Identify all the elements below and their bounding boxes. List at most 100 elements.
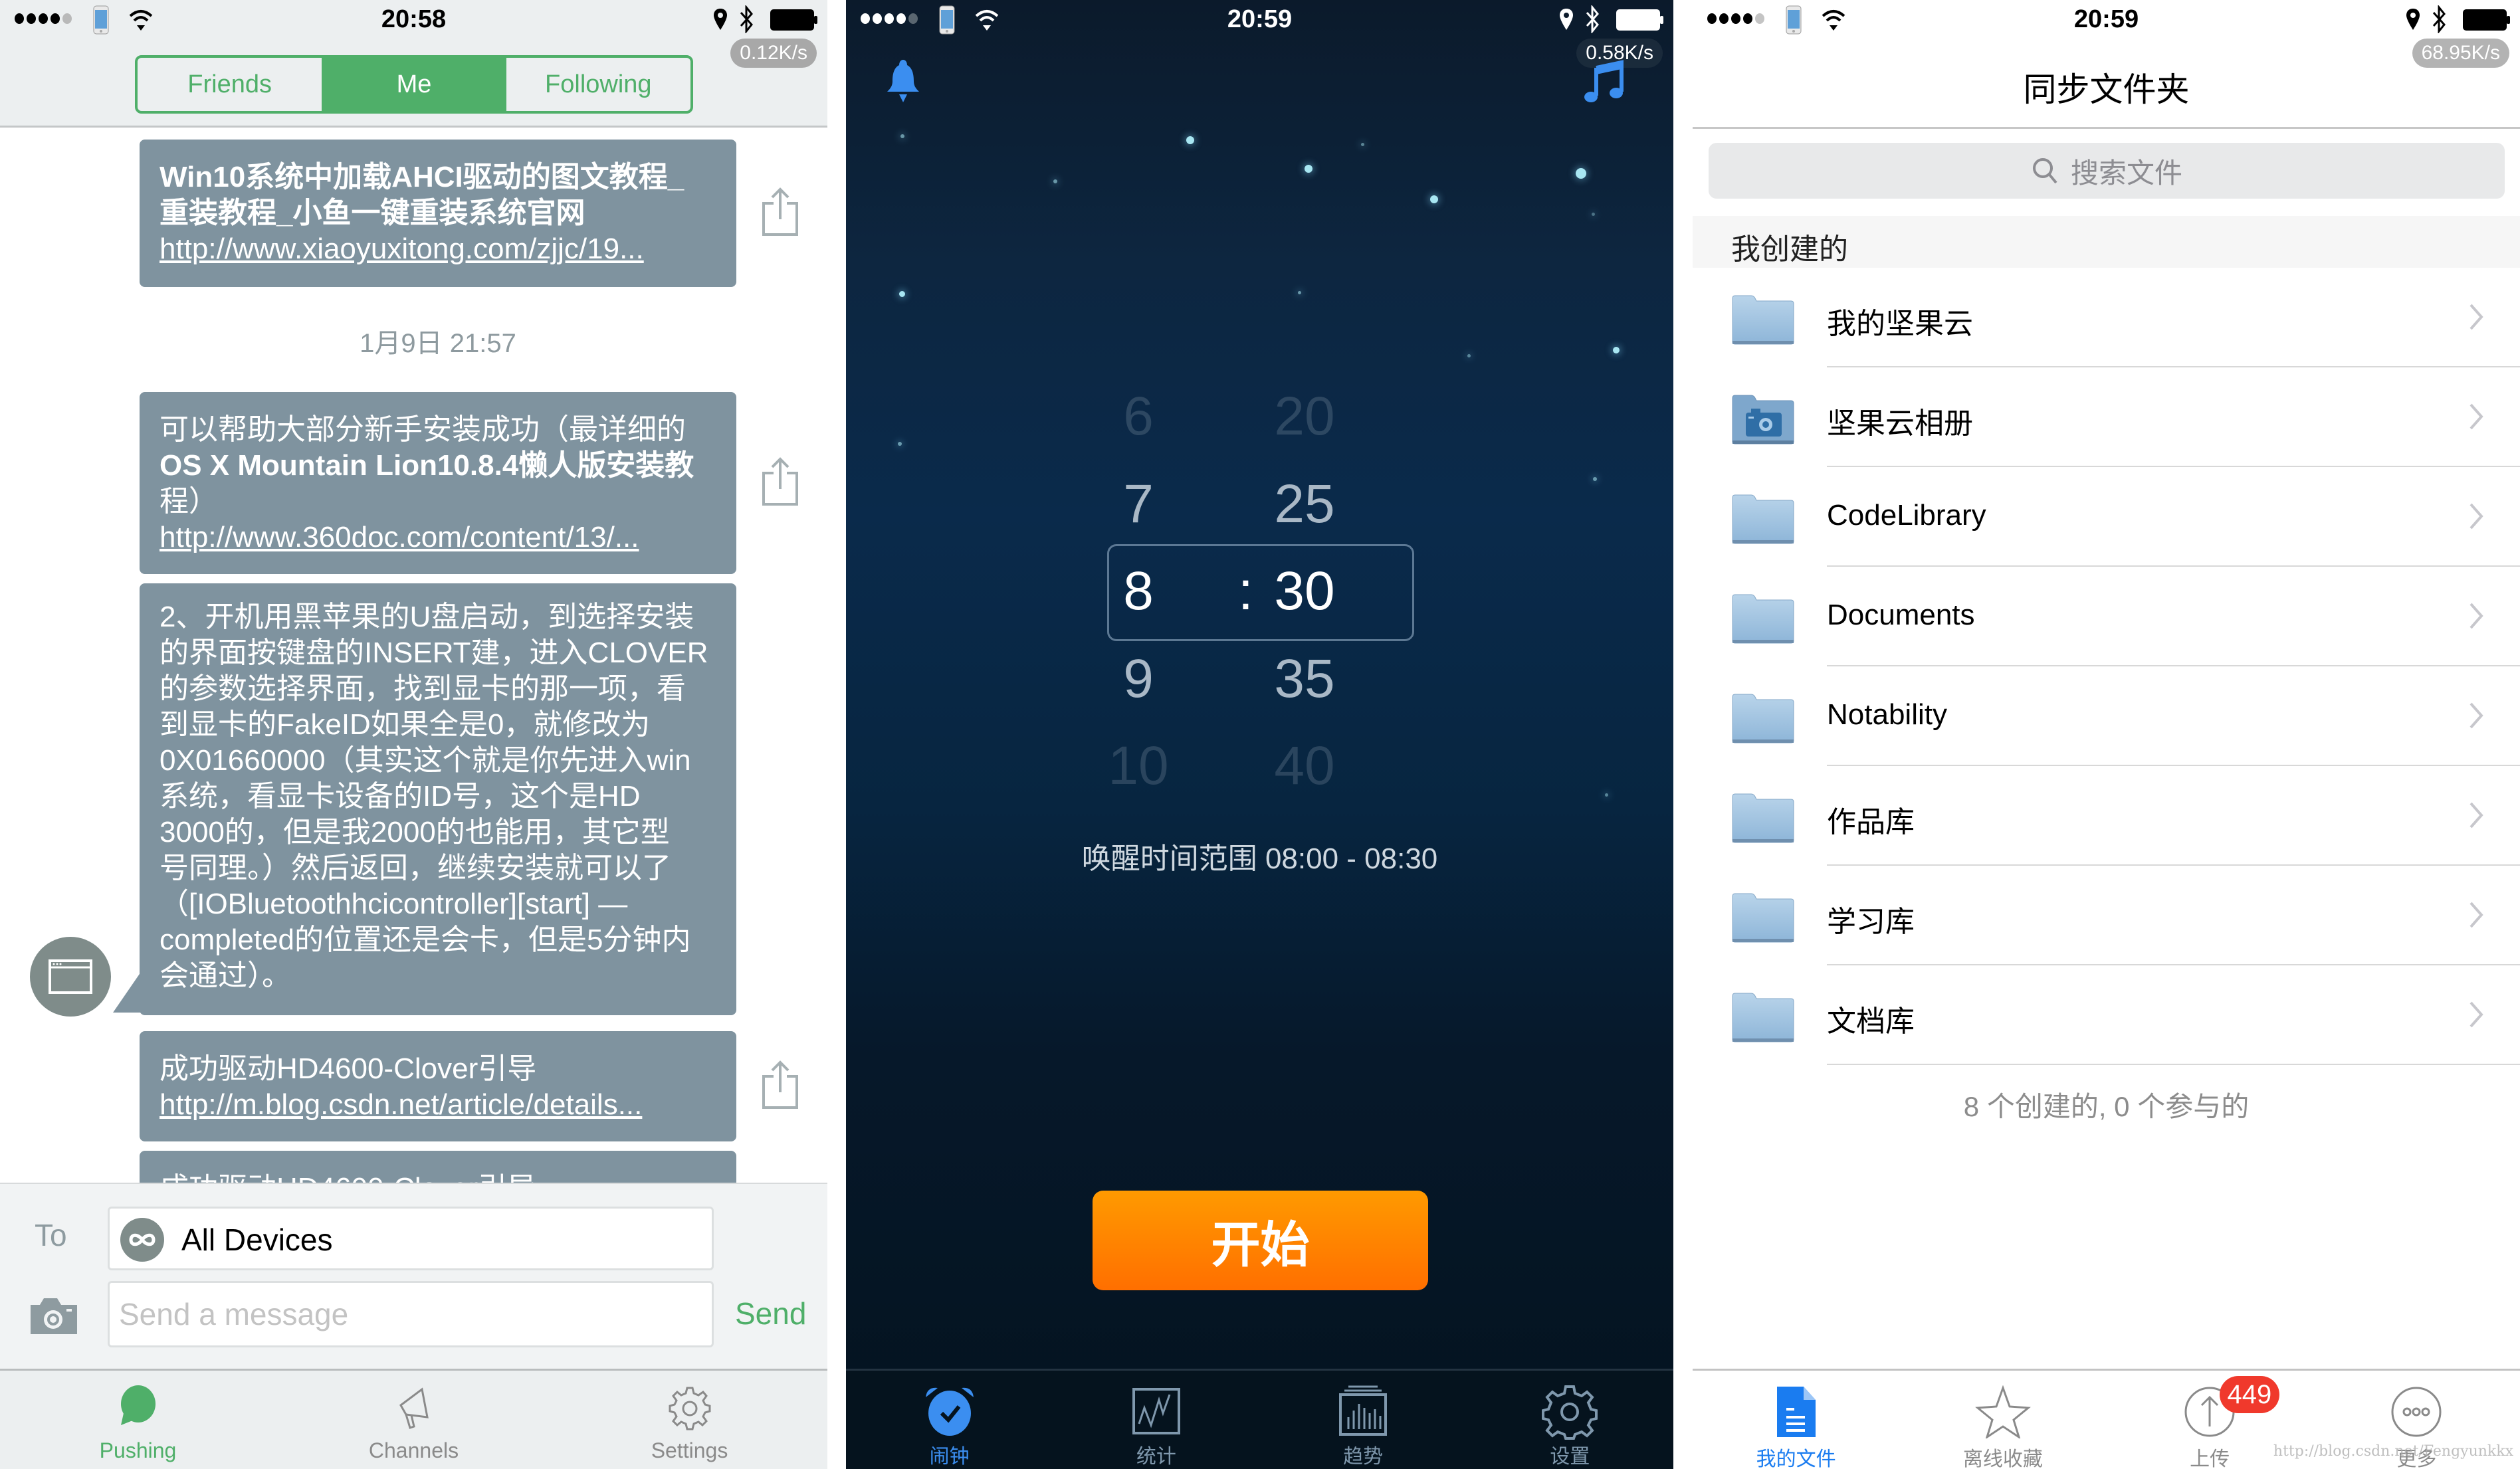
battery-icon <box>1616 9 1663 31</box>
picker-hour: 7 <box>1123 474 1154 534</box>
folder-name: 我的坚果云 <box>1827 308 1973 340</box>
status-bar: 20:59 68.95K/s <box>1693 0 2520 68</box>
network-speed-badge: 0.12K/s <box>730 39 817 68</box>
search-input[interactable]: 搜索文件 <box>1709 143 2505 199</box>
sleep-alarm-screen: 20:59 0.58K/s 6 20 7 25 8 : 30 9 35 10 4… <box>846 0 1673 1469</box>
segment-me[interactable]: Me <box>322 58 506 111</box>
message-bubble[interactable]: 2、开机用黑苹果的U盘启动，到选择安装 的界面按键盘的INSERT建，进入CLO… <box>140 583 736 1015</box>
tab-my-files[interactable]: 我的文件 <box>1693 1371 1899 1469</box>
more-icon <box>2391 1387 2442 1437</box>
folder-icon <box>1732 793 1794 843</box>
status-time: 20:58 <box>381 5 447 33</box>
tab-stats[interactable]: 统计 <box>1053 1371 1259 1469</box>
message-text-line: 的参数选择界面，找到显卡的那一项，看 <box>159 672 686 705</box>
tab-label: 统计 <box>1136 1446 1176 1468</box>
bluetooth-icon <box>2432 5 2446 33</box>
start-button[interactable]: 开始 <box>1093 1191 1428 1290</box>
star-decoration <box>1298 291 1301 294</box>
recipient-value: All Devices <box>181 1223 333 1257</box>
nutstore-screen: 20:59 68.95K/s 同步文件夹 搜索文件 我创建的 我的坚果云 坚果云相… <box>1693 0 2520 1469</box>
message-title-line: 重装教程_小鱼一键重装系统官网 <box>159 197 585 229</box>
avatar[interactable] <box>30 937 111 1017</box>
recipient-selector[interactable]: All Devices <box>108 1207 714 1270</box>
picker-row[interactable]: 9 35 <box>846 648 1673 721</box>
folder-name: CodeLibrary <box>1827 499 1986 532</box>
message-bubble[interactable]: 可以帮助大部分新手安装成功（最详细的 OS X Mountain Lion10.… <box>140 392 736 574</box>
folder-row[interactable]: CodeLibrary <box>1693 467 2520 567</box>
picker-row-selected[interactable]: 8 : 30 <box>846 560 1673 633</box>
row-separator <box>1827 1064 2520 1065</box>
tab-settings[interactable]: 设置 <box>1467 1371 1673 1469</box>
tab-channels[interactable]: Channels <box>276 1371 552 1469</box>
star-decoration <box>1467 354 1471 357</box>
message-text-line: 的界面按键盘的INSERT建，进入CLOVER <box>159 637 708 669</box>
folder-name: 作品库 <box>1827 806 1915 838</box>
search-placeholder: 搜索文件 <box>2070 157 2182 189</box>
share-icon[interactable] <box>762 187 799 237</box>
camera-icon[interactable] <box>28 1296 80 1337</box>
message-bubble[interactable]: Win10系统中加载AHCI驱动的图文教程_ 重装教程_小鱼一键重装系统官网 h… <box>140 140 736 287</box>
to-label: To <box>35 1218 67 1252</box>
picker-row[interactable]: 10 40 <box>846 735 1673 808</box>
message-text-line: completed的位置还是会卡，但是5分钟内 <box>159 924 691 956</box>
picker-row[interactable]: 6 20 <box>846 385 1673 458</box>
tab-alarm[interactable]: 闹钟 <box>846 1371 1053 1469</box>
tab-settings[interactable]: Settings <box>552 1371 827 1469</box>
folder-row[interactable]: 我的坚果云 <box>1693 268 2520 367</box>
battery-icon <box>2463 9 2510 31</box>
music-note-icon[interactable] <box>1583 60 1626 104</box>
feed-segmented-control: Friends Me Following <box>135 55 693 114</box>
star-decoration <box>1305 165 1312 173</box>
tab-pushing[interactable]: Pushing <box>0 1371 276 1469</box>
folder-row[interactable]: 学习库 <box>1693 866 2520 965</box>
tab-offline-favorites[interactable]: 离线收藏 <box>1899 1371 2106 1469</box>
stats-chart-icon <box>1132 1388 1180 1434</box>
folder-name: 学习库 <box>1827 906 1915 938</box>
status-bar: 20:59 0.58K/s <box>846 0 1673 68</box>
location-icon <box>1560 9 1573 30</box>
folder-row[interactable]: 坚果云相册 <box>1693 367 2520 467</box>
bell-icon[interactable] <box>885 58 922 104</box>
page-title: 同步文件夹 <box>2023 71 2190 108</box>
message-link[interactable]: http://www.xiaoyuxitong.com/zjjc/19... <box>159 231 716 267</box>
folder-row[interactable]: Documents <box>1693 567 2520 666</box>
picker-hour: 9 <box>1123 648 1154 709</box>
left-top-bar: 20:58 0.12K/s Friends Me Following <box>0 0 827 128</box>
send-button[interactable]: Send <box>735 1296 806 1331</box>
location-icon <box>714 9 727 30</box>
chevron-right-icon <box>2469 503 2483 530</box>
share-icon[interactable] <box>762 457 799 506</box>
picker-row[interactable]: 7 25 <box>846 473 1673 546</box>
folder-icon <box>1732 694 1794 743</box>
folder-row[interactable]: 文档库 <box>1693 965 2520 1065</box>
document-icon <box>1776 1387 1816 1437</box>
status-time: 20:59 <box>1227 5 1293 33</box>
segment-friends[interactable]: Friends <box>138 58 322 111</box>
megaphone-icon <box>399 1387 429 1429</box>
battery-icon <box>770 9 817 31</box>
message-bubble[interactable]: 成功驱动HD4600-Clover引导 http://m.blog.csdn.n… <box>140 1031 736 1141</box>
tab-trend[interactable]: 趋势 <box>1260 1371 1467 1469</box>
message-input[interactable] <box>108 1281 714 1347</box>
message-link[interactable]: http://www.360doc.com/content/13/... <box>159 520 716 555</box>
upload-count-badge: 449 <box>2219 1376 2280 1413</box>
segment-following[interactable]: Following <box>506 58 690 111</box>
tab-label: Pushing <box>99 1438 177 1462</box>
message-text-line: 2、开机用黑苹果的U盘启动，到选择安装 <box>159 601 694 633</box>
star-decoration <box>1053 179 1057 183</box>
bluetooth-icon <box>740 5 753 33</box>
compose-panel: To All Devices Send <box>0 1183 827 1370</box>
picker-minute: 35 <box>1274 648 1335 709</box>
folder-row[interactable]: 作品库 <box>1693 766 2520 866</box>
left-tab-bar: Pushing Channels Settings <box>0 1369 827 1469</box>
gear-icon <box>669 1387 710 1430</box>
folder-icon <box>1732 295 1794 345</box>
chevron-right-icon <box>2469 1001 2483 1028</box>
share-icon[interactable] <box>762 1060 799 1110</box>
message-title-line: Win10系统中加载AHCI驱动的图文教程_ <box>159 161 684 193</box>
folder-row[interactable]: Notability <box>1693 666 2520 766</box>
message-title-line: 程） <box>159 485 218 518</box>
pushbullet-screen: 20:58 0.12K/s Friends Me Following Win10… <box>0 0 827 1469</box>
message-link[interactable]: http://m.blog.csdn.net/article/details..… <box>159 1087 716 1123</box>
folder-icon <box>1732 993 1794 1042</box>
